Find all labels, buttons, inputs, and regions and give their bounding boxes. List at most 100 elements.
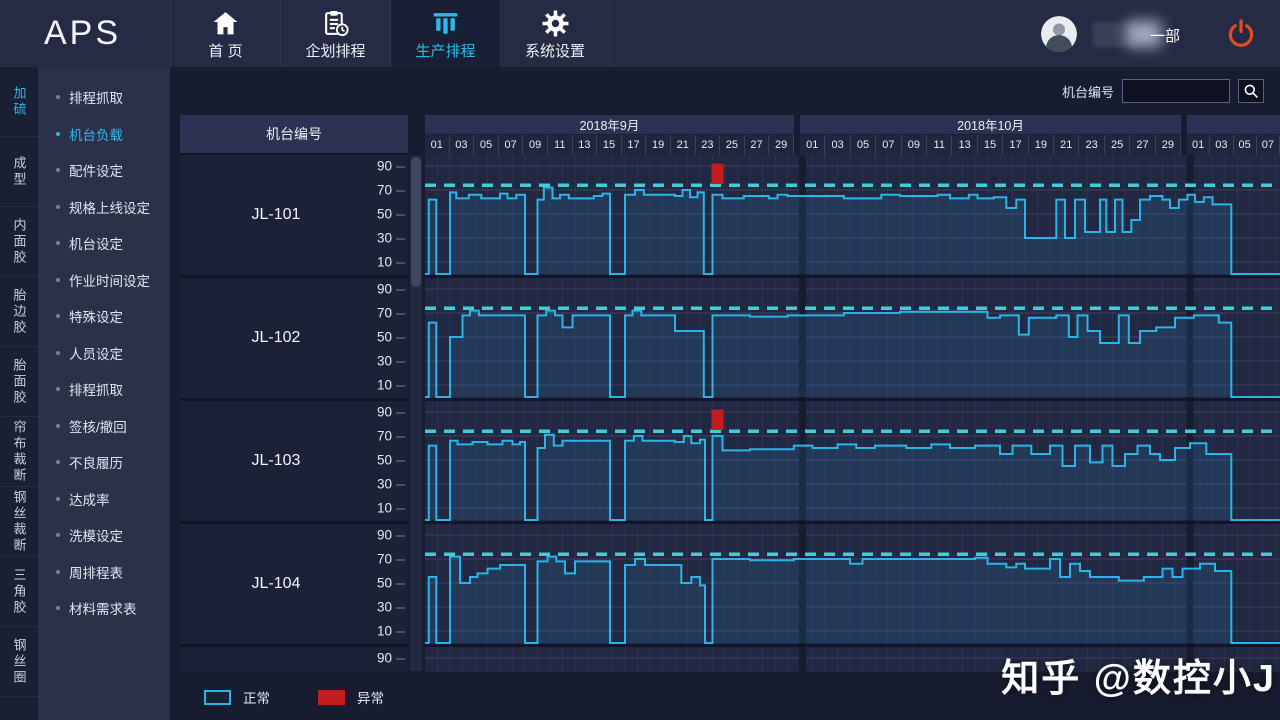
month-header: [1187, 115, 1280, 135]
sidebar-category-label: 胎边胶: [11, 287, 27, 336]
y-axis-tick: 10: [376, 500, 406, 516]
y-axis-tick: 30: [376, 599, 406, 615]
sidebar-item-10[interactable]: 不良履历: [38, 444, 170, 481]
sidebar-item-label: 机台负载: [69, 127, 123, 143]
nav-item-label: 系统设置: [524, 42, 585, 60]
user-name-text: 一部: [1149, 27, 1180, 45]
y-axis-tick: 70: [376, 305, 406, 321]
anomaly-marker: [711, 409, 724, 430]
abnormal-swatch: [318, 689, 345, 705]
machine-search-input[interactable]: [1122, 79, 1230, 103]
sidebar-item-3[interactable]: 规格上线设定: [38, 189, 170, 226]
day-tick: 01: [425, 135, 450, 155]
search-label: 机台编号: [1061, 84, 1114, 100]
month-header-row: 2018年9月 2018年10月: [425, 115, 1280, 135]
machine-load-page: 机台编号 机台编号 JL-101 90 70 50 30 10 JL-102 90 70 50 30…: [170, 67, 1280, 720]
main-nav: 首 页 企划排程 生产排程 系统设置: [170, 0, 610, 67]
sidebar-category-label: 钢丝裁断: [11, 489, 27, 554]
y-axis-tick: 50: [376, 329, 406, 345]
day-tick: 03: [825, 135, 851, 155]
sidebar-item-5[interactable]: 作业时间设定: [38, 262, 170, 299]
nav-item-1[interactable]: 企划排程: [280, 0, 390, 67]
sidebar-item-label: 材料需求表: [69, 602, 137, 618]
sidebar-category-3[interactable]: 胎边胶: [0, 277, 38, 347]
chart-row: [425, 524, 1280, 647]
sidebar-category-1[interactable]: 成型: [0, 137, 38, 207]
machine-rows: JL-101 90 70 50 30 10 JL-102 90 70 50 30 10 JL-103 90…: [180, 155, 408, 672]
machine-id: JL-101: [251, 206, 301, 223]
bullet-dot-icon: [56, 168, 60, 173]
y-axis-tick: 30: [376, 230, 406, 246]
day-tick: 11: [927, 135, 953, 155]
app-logo: APS: [44, 14, 122, 52]
y-axis-tick: 70: [376, 428, 406, 444]
user-avatar[interactable]: [1041, 15, 1077, 52]
bullet-dot-icon: [56, 131, 60, 136]
sidebar-item-8[interactable]: 排程抓取: [38, 371, 170, 408]
nav-item-2[interactable]: 生产排程: [390, 0, 500, 67]
sidebar-item-label: 达成率: [69, 492, 110, 508]
day-tick: 07: [876, 135, 902, 155]
sidebar-category-2[interactable]: 内面胶: [0, 207, 38, 277]
sidebar-item-12[interactable]: 洗模设定: [38, 517, 170, 554]
day-cells-block: 01 03 05 07 09 11 13 15 17 19 21 23 25 27 29: [425, 135, 794, 155]
search-button[interactable]: [1238, 79, 1264, 103]
sidebar-item-11[interactable]: 达成率: [38, 481, 170, 518]
day-tick: 01: [800, 135, 826, 155]
sidebar-category-0[interactable]: 加硫: [0, 67, 38, 137]
chart-rows: [425, 155, 1280, 672]
nav-item-0[interactable]: 首 页: [170, 0, 280, 67]
sidebar-item-4[interactable]: 机台设定: [38, 225, 170, 262]
day-tick: 29: [769, 135, 794, 155]
machine-row: JL-101 90 70 50 30 10: [180, 155, 408, 278]
sidebar-item-6[interactable]: 特殊设定: [38, 298, 170, 335]
sidebar-item-label: 签核/撤回: [69, 419, 127, 435]
avatar-image: [1041, 15, 1077, 52]
sidebar-category-7[interactable]: 三角胶: [0, 557, 38, 627]
bullet-dot-icon: [56, 95, 60, 100]
sidebar-item-13[interactable]: 周排程表: [38, 554, 170, 591]
y-axis-tick: 90: [376, 650, 406, 666]
sidebar-item-9[interactable]: 签核/撤回: [38, 408, 170, 445]
sidebar-category-8[interactable]: 钢丝圈: [0, 627, 38, 697]
user-name[interactable]: 一部: [1085, 19, 1180, 49]
sidebar-item-label: 人员设定: [69, 346, 123, 362]
logout-power-button[interactable]: [1224, 17, 1258, 51]
sidebar-item-2[interactable]: 配件设定: [38, 152, 170, 189]
legend-label: 异常: [357, 691, 384, 706]
day-tick: 09: [523, 135, 548, 155]
scrollbar-thumb[interactable]: [411, 157, 421, 287]
sidebar-category-label: 钢丝圈: [11, 637, 27, 686]
sidebar-category-label: 加硫: [11, 85, 27, 118]
day-tick: 05: [1233, 135, 1257, 155]
search-toolbar: 机台编号: [1062, 79, 1264, 103]
anomaly-marker: [711, 163, 724, 184]
bullet-dot-icon: [56, 496, 60, 501]
day-tick: 25: [720, 135, 745, 155]
y-axis-tick: 70: [376, 551, 406, 567]
sidebar-category-5[interactable]: 帘布裁断: [0, 417, 38, 487]
sidebar-category-4[interactable]: 胎面胶: [0, 347, 38, 417]
sidebar-item-7[interactable]: 人员设定: [38, 335, 170, 372]
aps-app: APS 首 页企划排程 生产排程 系统设置 一部 加硫 成型 内面胶 胎边胶 胎…: [0, 0, 1280, 720]
nav-item-3[interactable]: 系统设置: [500, 0, 610, 67]
vertical-scrollbar[interactable]: [410, 155, 422, 671]
day-tick: 19: [1028, 135, 1055, 155]
bullet-dot-icon: [56, 277, 60, 282]
chart-legend: 正常 异常: [204, 687, 384, 707]
day-tick: 03: [449, 135, 475, 155]
sidebar-item-14[interactable]: 材料需求表: [38, 590, 170, 627]
day-cells-block: 01 03 05 07: [1187, 135, 1280, 155]
sidebar-item-1[interactable]: 机台负载: [38, 116, 170, 153]
day-header-row: 01 03 05 07 09 11 13 15 17 19 21 23 25 27 29 01 03 05 07 09…: [425, 135, 1280, 155]
chart-row: [425, 401, 1280, 524]
sidebar-category-6[interactable]: 钢丝裁断: [0, 487, 38, 557]
sidebar-item-label: 规格上线设定: [69, 200, 150, 216]
machine-list-panel: 机台编号 JL-101 90 70 50 30 10 JL-102 90 70 50 30 10 JL-…: [180, 115, 408, 672]
sidebar-item-0[interactable]: 排程抓取: [38, 79, 170, 116]
day-tick: 27: [1130, 135, 1156, 155]
day-tick: 29: [1155, 135, 1182, 155]
sidebar-item-label: 机台设定: [69, 237, 123, 253]
day-tick: 13: [572, 135, 598, 155]
plan-schedule-icon: [325, 10, 349, 36]
